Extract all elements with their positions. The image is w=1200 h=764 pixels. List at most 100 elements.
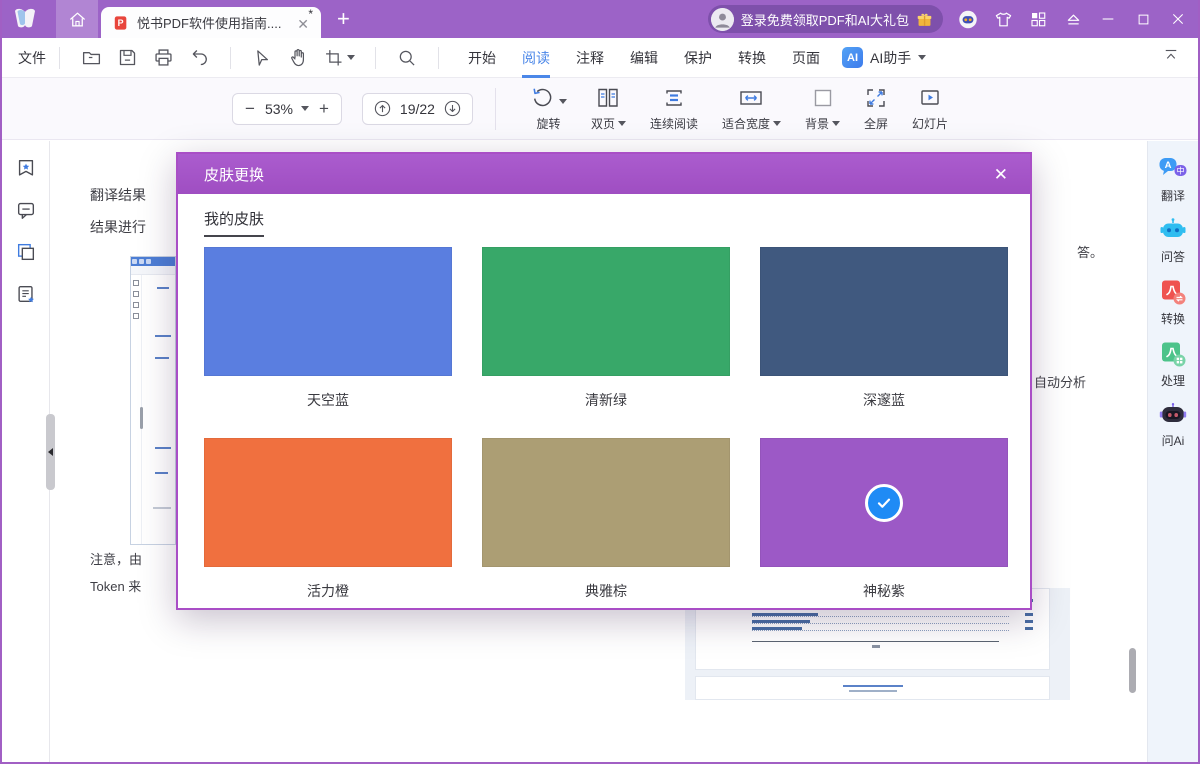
maximize-button[interactable] [1133, 9, 1153, 29]
skin-swatch[interactable] [482, 247, 730, 376]
tab-protect[interactable]: 保护 [684, 38, 712, 78]
skin-name: 典雅棕 [482, 581, 730, 601]
ribbon-tabs: 开始 阅读 注释 编辑 保护 转换 页面 [468, 38, 820, 78]
gift-icon [916, 11, 933, 28]
svg-text:P: P [118, 18, 124, 28]
dialog-close-button[interactable]: ✕ [994, 166, 1008, 183]
tab-title: 悦书PDF软件使用指南.... [137, 13, 293, 32]
search-button[interactable] [396, 47, 418, 69]
dialog-body: 我的皮肤 天空蓝 清新绿 深邃蓝 活力橙 [178, 194, 1030, 601]
unsaved-indicator: * [308, 7, 313, 21]
skin-option-elegant-brown[interactable]: 典雅棕 [482, 438, 730, 601]
close-icon [1170, 11, 1186, 27]
ai-assistant-menu[interactable]: AI AI助手 [842, 47, 926, 68]
divider [495, 88, 496, 130]
convert-label: 转换 [1161, 310, 1185, 327]
ai-robot-button[interactable] [958, 9, 978, 29]
background-icon [811, 86, 835, 110]
two-page-icon [595, 86, 621, 110]
skin-swatch[interactable] [204, 438, 452, 567]
crop-tool-button[interactable] [323, 47, 355, 69]
process-tool[interactable]: 处理 [1159, 340, 1187, 389]
continuous-read-button[interactable]: 连续阅读 [650, 86, 698, 132]
collapse-window-button[interactable] [1063, 9, 1083, 29]
tab-read[interactable]: 阅读 [522, 38, 550, 78]
tab-annotate[interactable]: 注释 [576, 38, 604, 78]
skin-option-sky-blue[interactable]: 天空蓝 [204, 247, 452, 410]
divider [59, 47, 60, 69]
close-window-button[interactable] [1168, 9, 1188, 29]
new-tab-button[interactable]: + [337, 8, 350, 30]
skin-swatch[interactable] [760, 247, 1008, 376]
fit-width-button[interactable]: 适合宽度 [722, 86, 781, 132]
my-skins-tab[interactable]: 我的皮肤 [204, 208, 264, 237]
sidebar-collapse-handle[interactable] [46, 414, 55, 490]
pdf-convert-icon [1159, 278, 1187, 306]
translate-label: 翻译 [1161, 187, 1185, 204]
fullscreen-button[interactable]: 全屏 [864, 86, 888, 132]
page-navigation: 19/22 [362, 93, 473, 125]
ai-assistant-label: AI助手 [870, 48, 911, 68]
process-label: 处理 [1161, 372, 1185, 389]
print-button[interactable] [152, 47, 174, 69]
background-button[interactable]: 背景 [805, 86, 840, 132]
vertical-scrollbar[interactable] [1129, 648, 1136, 693]
tab-edit[interactable]: 编辑 [630, 38, 658, 78]
skin-button[interactable] [993, 9, 1013, 29]
skin-option-fresh-green[interactable]: 清新绿 [482, 247, 730, 410]
divider [375, 47, 376, 69]
file-menu[interactable]: 文件 [18, 48, 46, 68]
tab-page[interactable]: 页面 [792, 38, 820, 78]
notes-panel-button[interactable] [15, 283, 37, 305]
select-tool-button[interactable] [251, 47, 273, 69]
doc-text-line: Token 来 [90, 576, 141, 595]
convert-tool[interactable]: 转换 [1159, 278, 1187, 327]
login-button[interactable]: 登录免费领取PDF和AI大礼包 [708, 5, 943, 33]
save-button[interactable] [116, 47, 138, 69]
skin-swatch[interactable] [760, 438, 1008, 567]
skin-option-mystic-purple[interactable]: 神秘紫 [760, 438, 1008, 601]
skin-swatch[interactable] [482, 438, 730, 567]
doc-text-line: 注意，由 [90, 549, 142, 568]
zoom-out-button[interactable]: − [243, 100, 257, 117]
caret-down-icon[interactable] [301, 106, 309, 111]
skin-option-vital-orange[interactable]: 活力橙 [204, 438, 452, 601]
tab-start[interactable]: 开始 [468, 38, 496, 78]
avatar [711, 8, 734, 31]
background-label: 背景 [805, 115, 840, 132]
page-up-button[interactable] [373, 99, 392, 118]
login-label: 登录免费领取PDF和AI大礼包 [741, 10, 909, 29]
hand-tool-button[interactable] [287, 47, 309, 69]
caret-down-icon [918, 55, 926, 60]
doc-embedded-screenshot [130, 256, 176, 545]
skin-option-deep-blue[interactable]: 深邃蓝 [760, 247, 1008, 410]
comments-panel-button[interactable] [15, 199, 37, 221]
translate-icon: A 中 [1158, 156, 1188, 183]
bookmarks-panel-button[interactable] [15, 157, 37, 179]
apps-grid-button[interactable] [1028, 9, 1048, 29]
undo-button[interactable] [188, 47, 210, 69]
fit-width-label: 适合宽度 [722, 115, 781, 132]
ask-ai-tool[interactable]: 问Ai [1158, 402, 1188, 449]
titlebar: P 悦书PDF软件使用指南.... * ✕ + 登录免费领取PDF和AI大礼包 [0, 0, 1200, 38]
document-tab[interactable]: P 悦书PDF软件使用指南.... * ✕ [101, 7, 321, 38]
collapse-toolbar-button[interactable] [1162, 46, 1180, 69]
two-page-button[interactable]: 双页 [591, 86, 626, 132]
thumbnails-panel-button[interactable] [15, 241, 37, 263]
page-indicator[interactable]: 19/22 [400, 101, 435, 117]
minimize-button[interactable] [1098, 9, 1118, 29]
zoom-in-button[interactable]: + [317, 100, 331, 117]
fullscreen-label: 全屏 [864, 115, 888, 132]
pdf-process-icon [1159, 340, 1187, 368]
app-logo-icon [12, 7, 38, 31]
divider [230, 47, 231, 69]
qa-tool[interactable]: 问答 [1159, 217, 1187, 265]
home-button[interactable] [56, 0, 98, 38]
translate-tool[interactable]: A 中 翻译 [1158, 156, 1188, 204]
open-folder-button[interactable] [80, 47, 102, 69]
rotate-button[interactable]: 旋转 [530, 86, 567, 132]
skin-swatch[interactable] [204, 247, 452, 376]
page-down-button[interactable] [443, 99, 462, 118]
slideshow-button[interactable]: 幻灯片 [912, 86, 948, 132]
tab-convert[interactable]: 转换 [738, 38, 766, 78]
